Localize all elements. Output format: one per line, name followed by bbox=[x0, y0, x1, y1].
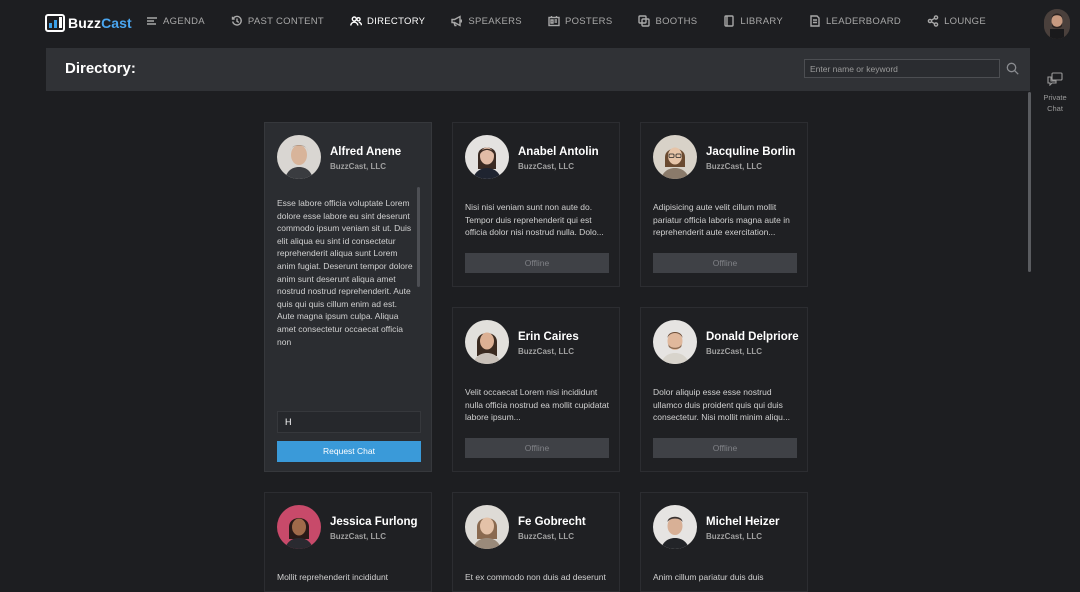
attendee-bio: Adipisicing aute velit cillum mollit par… bbox=[653, 202, 790, 238]
attendee-name: Anabel Antolin bbox=[518, 146, 599, 158]
booths-icon bbox=[638, 15, 651, 27]
user-avatar[interactable] bbox=[1044, 9, 1070, 39]
nav-booths[interactable]: BOOTHS bbox=[638, 15, 697, 27]
attendee-photo bbox=[277, 505, 321, 549]
nav-speakers[interactable]: SPEAKERS bbox=[451, 15, 522, 27]
attendee-bio: Velit occaecat Lorem nisi incididunt nul… bbox=[465, 387, 609, 423]
nav-posters[interactable]: POSTERS bbox=[548, 15, 613, 27]
nav-label: AGENDA bbox=[163, 15, 205, 27]
attendee-photo bbox=[277, 135, 321, 179]
chat-message-input[interactable] bbox=[277, 411, 421, 433]
private-chat-button[interactable]: Private Chat bbox=[1038, 72, 1072, 113]
nav-label: LOUNGE bbox=[944, 15, 986, 27]
nav-lounge[interactable]: LOUNGE bbox=[927, 15, 986, 27]
bio-scrollbar[interactable] bbox=[417, 187, 420, 287]
attendee-card[interactable]: Michel Heizer BuzzCast, LLC Anim cillum … bbox=[640, 492, 808, 592]
page-title: Directory: bbox=[65, 60, 136, 77]
nav-label: DIRECTORY bbox=[367, 15, 426, 27]
private-chat-label-1: Private bbox=[1043, 93, 1067, 102]
status-offline-button: Offline bbox=[653, 253, 797, 273]
attendee-bio: Dolor aliquip esse esse nostrud ullamco … bbox=[653, 387, 790, 423]
directory-header: Directory: bbox=[46, 48, 1030, 91]
attendee-company: BuzzCast, LLC bbox=[706, 162, 762, 171]
attendee-photo bbox=[465, 135, 509, 179]
main-nav: AGENDA PAST CONTENT DIRECTORY SPEAKERS P… bbox=[146, 15, 1012, 27]
book-icon bbox=[724, 15, 735, 27]
nav-label: SPEAKERS bbox=[468, 15, 522, 27]
attendee-card[interactable]: Jessica Furlong BuzzCast, LLC Mollit rep… bbox=[264, 492, 432, 592]
attendee-card[interactable]: Donald Delpriore BuzzCast, LLC Dolor ali… bbox=[640, 307, 808, 472]
agenda-icon bbox=[147, 17, 157, 25]
attendee-name: Jessica Furlong bbox=[330, 516, 418, 528]
attendee-company: BuzzCast, LLC bbox=[518, 347, 574, 356]
chat-bubbles-icon bbox=[1047, 72, 1063, 87]
nav-library[interactable]: LIBRARY bbox=[723, 15, 783, 27]
attendee-name: Jacquline Borlin bbox=[706, 146, 796, 158]
logo-chart-icon bbox=[45, 14, 65, 32]
page-scrollbar[interactable] bbox=[1028, 92, 1031, 272]
share-icon bbox=[927, 15, 939, 27]
status-offline-button: Offline bbox=[465, 253, 609, 273]
attendee-company: BuzzCast, LLC bbox=[706, 347, 762, 356]
attendee-company: BuzzCast, LLC bbox=[518, 162, 574, 171]
attendee-photo bbox=[653, 320, 697, 364]
nav-label: POSTERS bbox=[564, 15, 613, 27]
status-offline-button: Offline bbox=[653, 438, 797, 458]
attendee-name: Michel Heizer bbox=[706, 516, 780, 528]
leaderboard-icon bbox=[810, 15, 820, 27]
status-offline-button: Offline bbox=[465, 438, 609, 458]
user-avatar-image bbox=[1044, 9, 1070, 39]
attendee-name: Fe Gobrecht bbox=[518, 516, 586, 528]
nav-label: PAST CONTENT bbox=[247, 15, 325, 27]
megaphone-icon bbox=[451, 15, 463, 27]
nav-directory[interactable]: DIRECTORY bbox=[350, 15, 425, 27]
nav-label: LEADERBOARD bbox=[825, 15, 902, 27]
nav-past-content[interactable]: PAST CONTENT bbox=[231, 15, 324, 27]
attendee-card[interactable]: Fe Gobrecht BuzzCast, LLC Et ex commodo … bbox=[452, 492, 620, 592]
buzzcast-logo[interactable]: BuzzCast bbox=[45, 13, 132, 33]
attendee-card[interactable]: Erin Caires BuzzCast, LLC Velit occaecat… bbox=[452, 307, 620, 472]
attendee-card[interactable]: Jacquline Borlin BuzzCast, LLC Adipisici… bbox=[640, 122, 808, 287]
private-chat-label-2: Chat bbox=[1047, 104, 1063, 113]
nav-label: BOOTHS bbox=[655, 15, 698, 27]
attendee-photo bbox=[465, 505, 509, 549]
attendee-name: Donald Delpriore bbox=[706, 331, 799, 343]
nav-agenda[interactable]: AGENDA bbox=[146, 15, 205, 27]
attendee-name: Erin Caires bbox=[518, 331, 579, 343]
attendee-card[interactable]: Anabel Antolin BuzzCast, LLC Nisi nisi v… bbox=[452, 122, 620, 287]
logo-text-part1: Buzz bbox=[68, 15, 102, 31]
attendee-bio: Nisi nisi veniam sunt non aute do. Tempo… bbox=[465, 202, 604, 238]
nav-label: LIBRARY bbox=[740, 15, 783, 27]
attendee-card[interactable]: Alfred Anene BuzzCast, LLC Esse labore o… bbox=[264, 122, 432, 472]
posters-icon bbox=[548, 16, 560, 27]
request-chat-button[interactable]: Request Chat bbox=[277, 441, 421, 462]
top-navigation: BuzzCast AGENDA PAST CONTENT DIRECTORY S… bbox=[0, 0, 1080, 46]
attendee-photo bbox=[653, 505, 697, 549]
attendee-photo bbox=[465, 320, 509, 364]
people-icon bbox=[350, 16, 363, 26]
attendee-photo bbox=[653, 135, 697, 179]
attendee-company: BuzzCast, LLC bbox=[706, 532, 762, 541]
search-icon[interactable] bbox=[1006, 62, 1019, 75]
attendee-company: BuzzCast, LLC bbox=[330, 532, 386, 541]
attendee-bio: Esse labore officia voluptate Lorem dolo… bbox=[277, 198, 413, 347]
attendee-company: BuzzCast, LLC bbox=[518, 532, 574, 541]
search-input[interactable] bbox=[804, 59, 1000, 78]
logo-text-part2: Cast bbox=[101, 15, 132, 31]
nav-leaderboard[interactable]: LEADERBOARD bbox=[809, 15, 901, 27]
attendee-company: BuzzCast, LLC bbox=[330, 162, 386, 171]
history-icon bbox=[231, 15, 242, 26]
attendee-name: Alfred Anene bbox=[330, 146, 402, 158]
